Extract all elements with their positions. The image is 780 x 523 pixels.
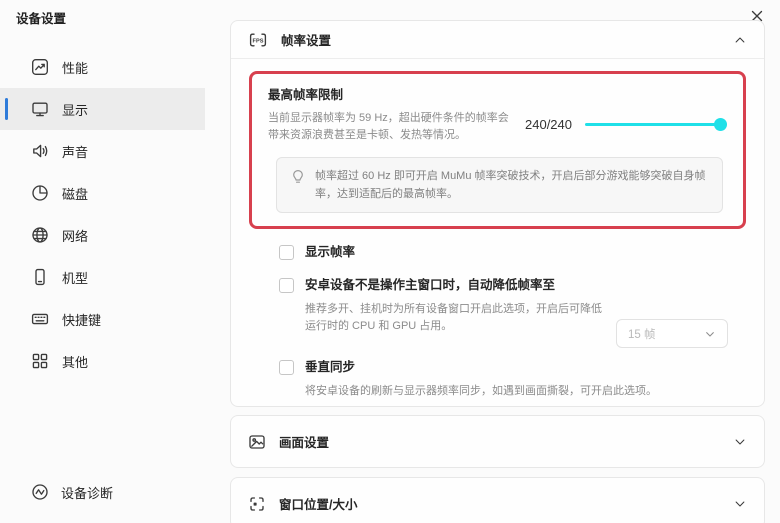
auto-reduce-checkbox[interactable] (279, 278, 294, 293)
sidebar-item-network[interactable]: 网络 (0, 214, 205, 256)
sidebar-item-disk[interactable]: 磁盘 (0, 172, 205, 214)
max-fps-setting: 最高帧率限制 当前显示器帧率为 59 Hz，超出硬件条件的帧率会带来资源浪费甚至… (268, 84, 727, 145)
sidebar-item-label: 性能 (62, 58, 88, 77)
image-icon (248, 433, 266, 451)
fps-tip-text: 帧率超过 60 Hz 即可开启 MuMu 帧率突破技术，开启后部分游戏能够突破自… (315, 167, 709, 203)
settings-content: FPS 帧率设置 最高帧率限制 当前显示器帧率为 59 Hz，超出硬件条件的帧率… (230, 20, 765, 523)
fps-icon: FPS (248, 31, 268, 49)
framerate-section-body: 最高帧率限制 当前显示器帧率为 59 Hz，超出硬件条件的帧率会带来资源浪费甚至… (231, 59, 764, 410)
sidebar-footer-label: 设备诊断 (61, 483, 113, 502)
chevron-down-icon (704, 328, 716, 340)
annotation-highlight-box: 最高帧率限制 当前显示器帧率为 59 Hz，超出硬件条件的帧率会带来资源浪费甚至… (249, 71, 746, 229)
sidebar-item-label: 快捷键 (62, 310, 101, 329)
sound-icon (31, 142, 49, 160)
sidebar-item-label: 磁盘 (62, 184, 88, 203)
vsync-checkbox[interactable] (279, 360, 294, 375)
grid-icon (31, 352, 49, 370)
svg-text:FPS: FPS (253, 38, 264, 44)
sidebar-item-performance[interactable]: 性能 (0, 46, 205, 88)
show-fps-row: 显示帧率 (279, 244, 744, 261)
resize-icon (248, 495, 266, 513)
picture-settings-card: 画面设置 (230, 415, 765, 468)
sidebar-item-other[interactable]: 其他 (0, 340, 205, 382)
device-settings-window: 设备设置 性能 显示 (0, 0, 780, 523)
vsync-description: 将安卓设备的刷新与显示器频率同步，如遇到画面撕裂，可开启此选项。 (305, 383, 657, 401)
sidebar-nav: 性能 显示 声音 磁盘 (0, 46, 205, 382)
diagnose-icon (31, 483, 49, 501)
display-icon (31, 100, 49, 118)
reduce-fps-dropdown-value: 15 帧 (628, 326, 656, 342)
chevron-down-icon[interactable] (733, 435, 747, 449)
fps-slider-thumb[interactable] (714, 118, 727, 131)
fps-tip-box: 帧率超过 60 Hz 即可开启 MuMu 帧率突破技术，开启后部分游戏能够突破自… (276, 157, 723, 213)
sidebar-item-label: 机型 (62, 268, 88, 287)
sidebar-item-label: 网络 (62, 226, 88, 245)
vsync-label[interactable]: 垂直同步 (305, 359, 657, 376)
sidebar-item-device-diagnose[interactable]: 设备诊断 (0, 475, 205, 509)
device-model-icon (31, 268, 49, 286)
network-icon (31, 226, 49, 244)
sidebar-item-display[interactable]: 显示 (0, 88, 205, 130)
window-section-header[interactable]: 窗口位置/大小 (231, 478, 764, 523)
performance-icon (31, 58, 49, 76)
sidebar: 性能 显示 声音 磁盘 (0, 0, 205, 523)
section-title: 帧率设置 (281, 30, 720, 49)
picture-section-header[interactable]: 画面设置 (231, 416, 764, 467)
auto-reduce-label[interactable]: 安卓设备不是操作主窗口时，自动降低帧率至 (305, 277, 607, 294)
section-title: 窗口位置/大小 (279, 494, 720, 513)
sidebar-item-label: 其他 (62, 352, 88, 371)
fps-slider[interactable] (585, 118, 727, 131)
auto-reduce-description: 推荐多开、挂机时为所有设备窗口开启此选项，开启后可降低运行时的 CPU 和 GP… (305, 301, 607, 336)
window-position-card: 窗口位置/大小 (230, 477, 765, 523)
framerate-section-header[interactable]: FPS 帧率设置 (231, 21, 764, 59)
fps-slider-track[interactable] (585, 123, 727, 126)
sidebar-item-label: 显示 (62, 100, 88, 119)
show-fps-label[interactable]: 显示帧率 (305, 244, 355, 261)
show-fps-checkbox[interactable] (279, 245, 294, 260)
vsync-row: 垂直同步 将安卓设备的刷新与显示器频率同步，如遇到画面撕裂，可开启此选项。 (279, 359, 744, 400)
sidebar-item-shortcuts[interactable]: 快捷键 (0, 298, 205, 340)
framerate-settings-card: FPS 帧率设置 最高帧率限制 当前显示器帧率为 59 Hz，超出硬件条件的帧率… (230, 20, 765, 407)
reduce-fps-dropdown[interactable]: 15 帧 (616, 319, 728, 348)
sidebar-item-sound[interactable]: 声音 (0, 130, 205, 172)
sidebar-item-label: 声音 (62, 142, 88, 161)
section-title: 画面设置 (279, 432, 720, 451)
sidebar-item-device-model[interactable]: 机型 (0, 256, 205, 298)
disk-icon (31, 184, 49, 202)
lightbulb-icon (290, 169, 306, 185)
max-fps-description: 当前显示器帧率为 59 Hz，超出硬件条件的帧率会带来资源浪费甚至是卡顿、发热等… (268, 110, 511, 145)
keyboard-icon (31, 310, 49, 328)
chevron-up-icon[interactable] (733, 33, 747, 47)
chevron-down-icon[interactable] (733, 497, 747, 511)
fps-value-label: 240/240 (525, 117, 572, 132)
max-fps-title: 最高帧率限制 (268, 84, 511, 103)
framerate-options: 显示帧率 安卓设备不是操作主窗口时，自动降低帧率至 推荐多开、挂机时为所有设备窗… (249, 244, 746, 400)
